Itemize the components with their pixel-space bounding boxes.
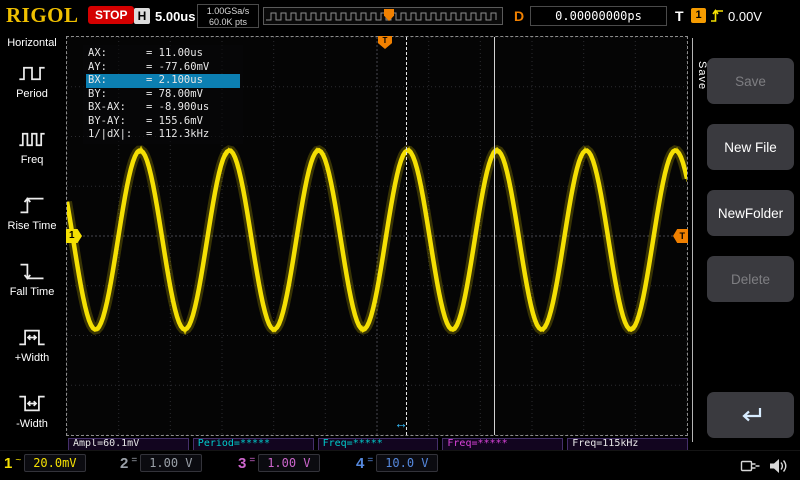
trigger-source-badge: 1: [691, 8, 706, 23]
memory-depth: 60.0K pts: [198, 17, 258, 28]
channel-4-status[interactable]: 4=10.0 V: [356, 454, 438, 472]
cursor-readout-panel: AX:= 11.00usAY:= -77.60mVBX:= 2.100usBY:…: [83, 45, 243, 144]
trigger-slope-icon: [710, 8, 724, 24]
return-icon: [736, 405, 766, 425]
channel-2-status[interactable]: 2=1.00 V: [120, 454, 202, 472]
menu-button-new-file[interactable]: New File: [707, 124, 794, 170]
period-icon: [17, 62, 47, 85]
sidebar-item-nwidth[interactable]: -Width: [0, 384, 64, 450]
sidebar-item-label: Period: [0, 88, 64, 100]
delay-label: D: [514, 8, 524, 24]
menu-tab-save: Save: [694, 46, 708, 106]
rise_time-icon: [17, 194, 47, 217]
delay-value: 0.00000000ps: [530, 6, 667, 26]
run-state-badge[interactable]: STOP: [88, 6, 134, 24]
trigger-level-value: 0.00V: [728, 9, 762, 24]
cursor-a-line[interactable]: [406, 37, 407, 435]
left-sidebar: Horizontal Period Freq Rise Time Fall Time +…: [0, 32, 64, 450]
menu-divider: [692, 38, 693, 442]
cursor-row-ax: AX:= 11.00us: [86, 47, 240, 61]
sidebar-item-label: Freq: [0, 154, 64, 166]
channel-1-status[interactable]: 1~20.0mV: [4, 454, 86, 472]
fall_time-icon: [17, 260, 47, 283]
sidebar-item-label: +Width: [0, 352, 64, 364]
channel-scale: 20.0mV: [24, 454, 85, 472]
cursor-row-by: BY:= 78.00mV: [86, 88, 240, 102]
brand-logo: RIGOL: [6, 3, 79, 28]
acquisition-info-box: 1.00GSa/s 60.0K pts: [197, 4, 259, 28]
memory-waveform-preview: [264, 8, 502, 24]
sidebar-item-period[interactable]: Period: [0, 54, 64, 120]
cursor-row-byay: BY-AY:= 155.6mV: [86, 115, 240, 129]
cursor-row-invdx: 1/|dX|:= 112.3kHz: [86, 128, 240, 142]
channel-number: 3: [238, 455, 246, 472]
horizontal-chip: H: [134, 8, 150, 24]
channel-scale: 1.00 V: [140, 454, 201, 472]
timebase-value: 5.00us: [155, 9, 195, 24]
bottom-bar: 1~20.0mV2=1.00 V3=1.00 V4=10.0 V: [0, 450, 800, 480]
coupling-icon: ~: [15, 455, 21, 466]
channel-3-status[interactable]: 3=1.00 V: [238, 454, 320, 472]
menu-button-delete[interactable]: Delete: [707, 256, 794, 302]
channel-number: 4: [356, 455, 364, 472]
cursor-row-bx: BX:= 2.100us: [86, 74, 240, 88]
sidebar-item-fall_time[interactable]: Fall Time: [0, 252, 64, 318]
coupling-icon: =: [131, 455, 137, 466]
freq-icon: [17, 128, 47, 151]
top-bar: RIGOL STOP H 5.00us 1.00GSa/s 60.0K pts …: [0, 0, 800, 32]
nwidth-icon: [17, 392, 47, 415]
oscilloscope-ui: RIGOL STOP H 5.00us 1.00GSa/s 60.0K pts …: [0, 0, 800, 480]
coupling-icon: =: [249, 455, 255, 466]
pwidth-icon: [17, 326, 47, 349]
usb-icon: [740, 457, 762, 475]
sidebar-item-label: -Width: [0, 418, 64, 430]
menu-button-save[interactable]: Save: [707, 58, 794, 104]
cursor-drag-icon: ↔: [394, 415, 408, 431]
speaker-icon[interactable]: [767, 455, 789, 477]
horizontal-position-strip[interactable]: [263, 7, 503, 25]
sample-rate: 1.00GSa/s: [198, 6, 258, 17]
sidebar-item-label: Fall Time: [0, 286, 64, 298]
cursor-b-line[interactable]: [494, 37, 495, 435]
channel-number: 2: [120, 455, 128, 472]
right-menu: Save Save New File NewFolder Delete: [692, 32, 800, 450]
menu-button-new-folder[interactable]: NewFolder: [707, 190, 794, 236]
display-area: ↔ T 1 T AX:= 11.00usAY:= -77.60mVBX:= 2.…: [66, 36, 688, 436]
coupling-icon: =: [367, 455, 373, 466]
cursor-row-ay: AY:= -77.60mV: [86, 61, 240, 75]
sidebar-item-freq[interactable]: Freq: [0, 120, 64, 186]
sidebar-item-rise_time[interactable]: Rise Time: [0, 186, 64, 252]
menu-button-back[interactable]: [707, 392, 794, 438]
sidebar-items: Period Freq Rise Time Fall Time +Width -Width: [0, 54, 64, 450]
channel-number: 1: [4, 455, 12, 472]
sidebar-item-label: Rise Time: [0, 220, 64, 232]
channel-scale: 10.0 V: [376, 454, 437, 472]
channel-scale: 1.00 V: [258, 454, 319, 472]
sidebar-title[interactable]: Horizontal: [0, 32, 64, 49]
cursor-row-bxax: BX-AX:= -8.900us: [86, 101, 240, 115]
sidebar-item-pwidth[interactable]: +Width: [0, 318, 64, 384]
trigger-label: T: [675, 8, 684, 24]
